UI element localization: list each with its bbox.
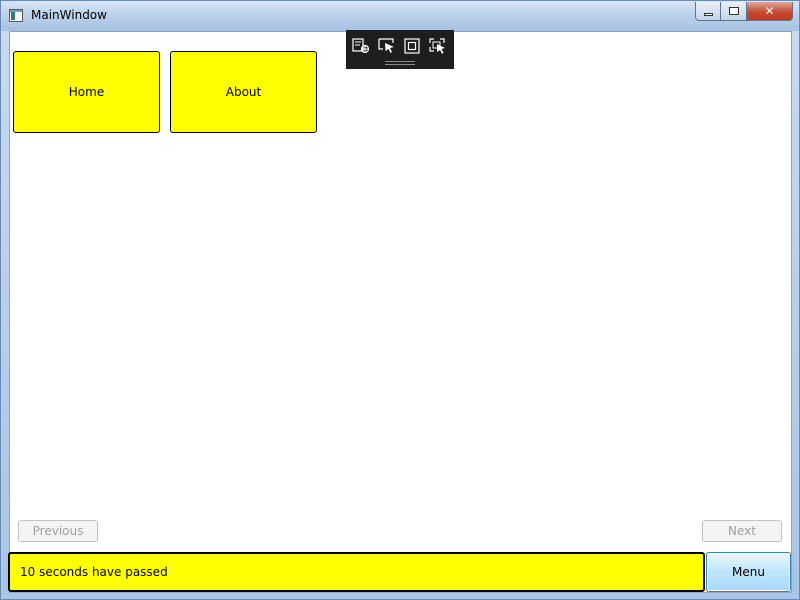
- maximize-icon: [728, 7, 739, 15]
- menu-button[interactable]: Menu: [706, 552, 791, 592]
- toolbar-grip[interactable]: [385, 61, 415, 65]
- track-focus-icon[interactable]: [378, 38, 396, 54]
- minimize-icon: [703, 12, 713, 16]
- home-tile-button[interactable]: Home: [13, 51, 160, 133]
- window-title: MainWindow: [31, 8, 107, 22]
- app-window-icon[interactable]: [9, 9, 23, 22]
- next-button[interactable]: Next: [702, 520, 782, 542]
- close-icon: ✕: [764, 4, 775, 18]
- status-text: 10 seconds have passed: [20, 565, 168, 579]
- preview-selection-icon[interactable]: [429, 38, 447, 54]
- title-bar[interactable]: MainWindow ✕: [1, 1, 799, 31]
- debug-toolbar: [346, 30, 454, 69]
- status-message: 10 seconds have passed: [8, 552, 705, 592]
- select-element-icon[interactable]: [352, 38, 370, 54]
- about-tile-button[interactable]: About: [170, 51, 317, 133]
- display-layout-adorners-icon[interactable]: [403, 38, 421, 54]
- previous-button[interactable]: Previous: [18, 520, 98, 542]
- minimize-button[interactable]: [695, 2, 721, 21]
- caption-buttons: ✕: [695, 2, 793, 21]
- maximize-button[interactable]: [721, 2, 747, 21]
- close-button[interactable]: ✕: [747, 2, 793, 21]
